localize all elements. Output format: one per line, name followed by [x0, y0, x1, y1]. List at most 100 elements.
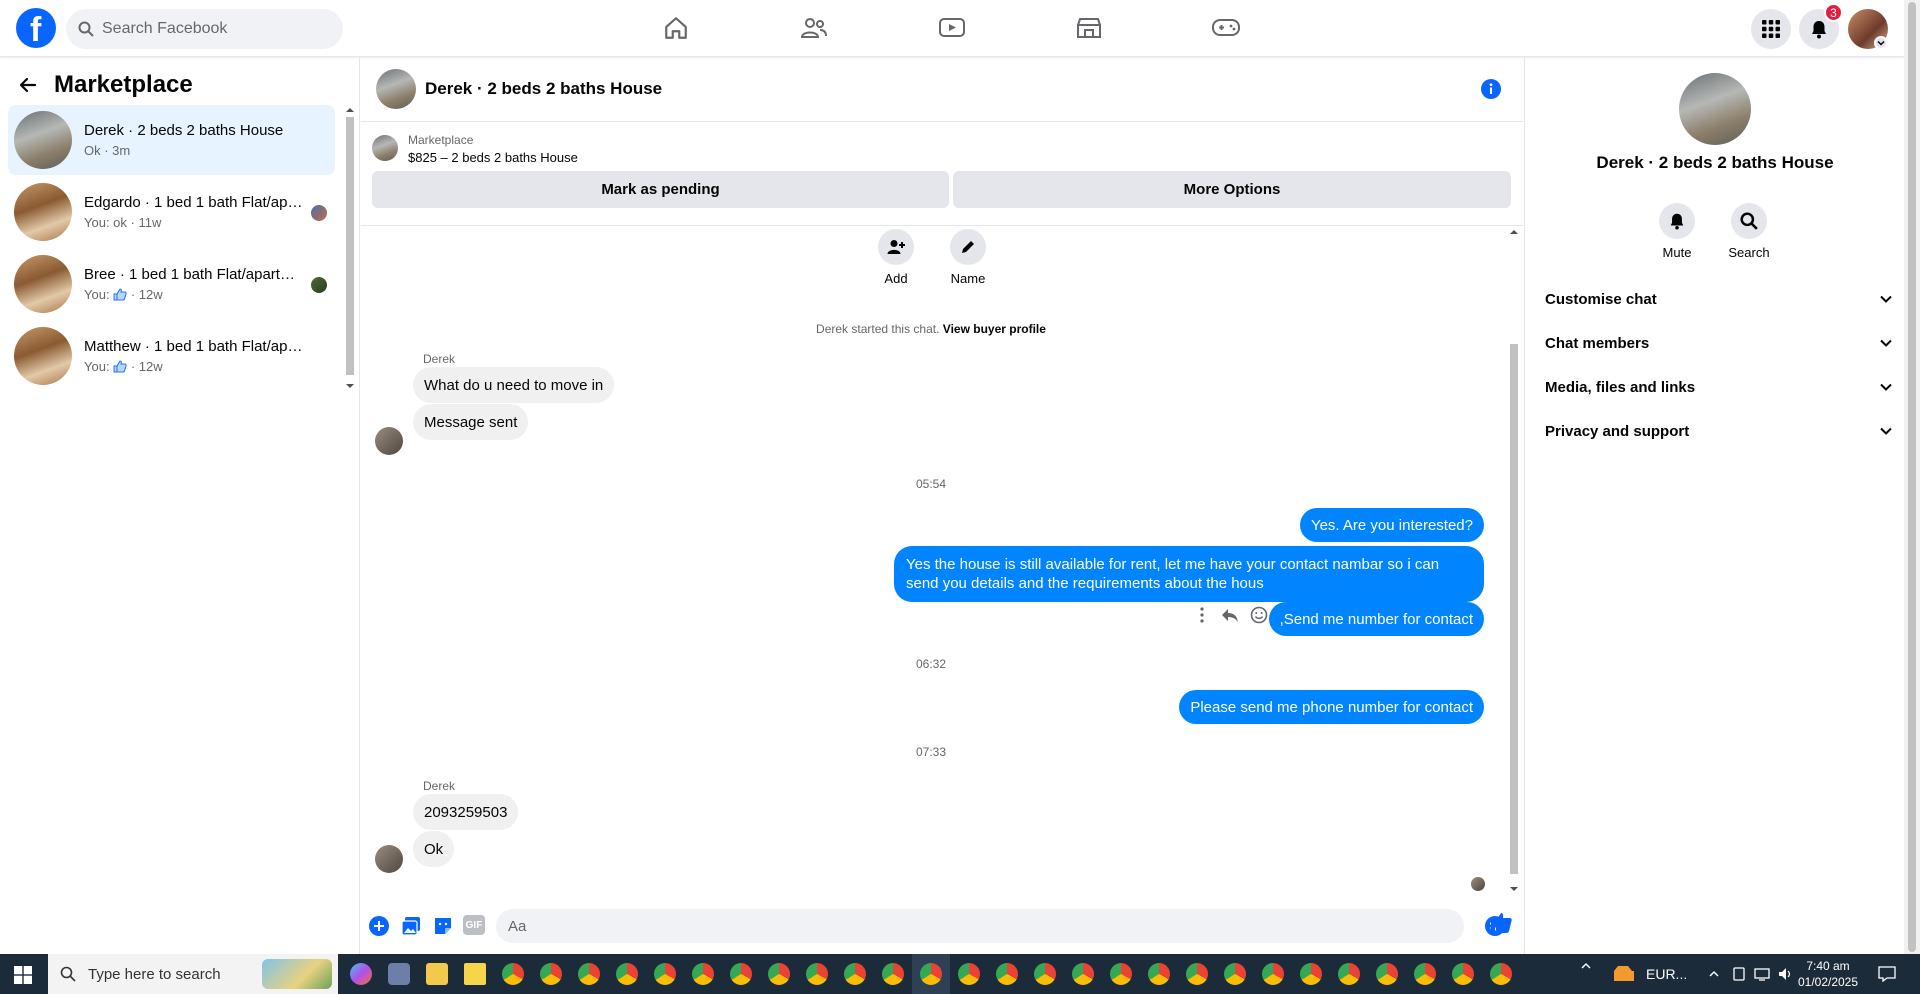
conversation-item-bree[interactable]: Bree · 1 bed 1 bath Flat/apartment You: … — [8, 249, 335, 319]
chrome-profile-app[interactable] — [798, 954, 836, 994]
conversation-item-edgardo[interactable]: Edgardo · 1 bed 1 bath Flat/apartment Yo… — [8, 177, 335, 247]
message-bubble-outgoing[interactable]: Yes the house is still available for ren… — [894, 546, 1484, 602]
weather-icon[interactable] — [1612, 963, 1636, 985]
chat-avatar[interactable] — [376, 69, 416, 109]
view-buyer-profile-link[interactable]: View buyer profile — [943, 322, 1046, 336]
customise-chat-section[interactable]: Customise chat — [1541, 277, 1893, 321]
menu-button[interactable] — [1751, 9, 1791, 49]
message-bubble-incoming[interactable]: Message sent — [413, 404, 529, 440]
listing-thumbnail[interactable] — [372, 135, 398, 161]
chrome-profile-app[interactable] — [1064, 954, 1102, 994]
chrome-profile-app[interactable] — [874, 954, 912, 994]
chrome-profile-app[interactable] — [608, 954, 646, 994]
search-input[interactable] — [102, 20, 322, 38]
chrome-profile-app[interactable] — [1178, 954, 1216, 994]
facebook-logo[interactable]: f — [16, 8, 56, 49]
chrome-profile-app[interactable] — [1102, 954, 1140, 994]
chrome-profile-app[interactable] — [1406, 954, 1444, 994]
plus-circle-icon[interactable] — [369, 916, 389, 936]
reply-icon[interactable] — [1220, 606, 1240, 624]
chevron-up-icon[interactable] — [1580, 960, 1592, 972]
conversation-item-derek[interactable]: Derek · 2 beds 2 baths House Ok · 3m — [8, 105, 335, 175]
tray-chevron-up-icon[interactable] — [1708, 968, 1720, 980]
chrome-profile-app[interactable] — [1140, 954, 1178, 994]
chat-scrollbar[interactable] — [1507, 226, 1521, 896]
message-bubble-outgoing[interactable]: Yes. Are you interested? — [1299, 508, 1484, 542]
chrome-profile-app[interactable] — [1482, 954, 1520, 994]
taskbar-search-box[interactable]: Type here to search — [48, 954, 338, 994]
chrome-app[interactable] — [494, 954, 532, 994]
gif-button[interactable]: GIF — [463, 915, 485, 935]
chrome-profile-app[interactable] — [1368, 954, 1406, 994]
home-nav-button[interactable] — [660, 12, 692, 44]
page-scrollbar[interactable] — [1904, 0, 1920, 954]
chrome-profile-app[interactable] — [684, 954, 722, 994]
chrome-profile-app[interactable] — [646, 954, 684, 994]
volume-icon[interactable] — [1778, 967, 1794, 981]
chrome-profile-app[interactable] — [836, 954, 874, 994]
chrome-profile-app[interactable] — [722, 954, 760, 994]
chrome-profile-app[interactable] — [1330, 954, 1368, 994]
react-emoji-icon[interactable] — [1250, 606, 1268, 624]
sender-avatar[interactable] — [375, 845, 403, 873]
message-bubble-outgoing[interactable]: Please send me phone number for contact — [1179, 690, 1484, 724]
chrome-profile-app[interactable] — [1444, 954, 1482, 994]
chrome-profile-app[interactable] — [950, 954, 988, 994]
chrome-profile-app[interactable] — [532, 954, 570, 994]
gaming-nav-button[interactable] — [1210, 12, 1242, 44]
message-bubble-outgoing[interactable]: ,Send me number for contact — [1268, 602, 1484, 636]
notifications-button[interactable]: 3 — [1799, 3, 1843, 49]
taskbar-clock[interactable]: 7:40 am 01/02/2025 — [1796, 958, 1860, 990]
name-chat-action[interactable]: Name — [950, 229, 986, 286]
left-header: Marketplace — [18, 71, 193, 99]
message-bubble-incoming[interactable]: 2093259503 — [413, 794, 519, 830]
photo-icon[interactable] — [401, 916, 421, 936]
chrome-profile-app-active[interactable] — [912, 954, 950, 994]
listing-price[interactable]: $825 – 2 beds 2 baths House — [408, 150, 578, 165]
copilot-app[interactable] — [342, 954, 380, 994]
back-arrow-icon[interactable] — [18, 75, 38, 95]
privacy-support-section[interactable]: Privacy and support — [1541, 409, 1893, 453]
sticky-notes-app[interactable] — [456, 954, 494, 994]
chrome-profile-app[interactable] — [1292, 954, 1330, 994]
notification-center-icon[interactable] — [1878, 966, 1896, 982]
search-box[interactable] — [66, 9, 343, 49]
windows-start-icon[interactable] — [14, 966, 32, 984]
chrome-profile-app[interactable] — [760, 954, 798, 994]
mark-as-pending-button[interactable]: Mark as pending — [372, 171, 949, 208]
marketplace-nav-button[interactable] — [1073, 12, 1105, 44]
network-icon[interactable] — [1754, 967, 1770, 981]
chat-members-section[interactable]: Chat members — [1541, 321, 1893, 365]
chrome-profile-app[interactable] — [1216, 954, 1254, 994]
friends-nav-button[interactable] — [798, 12, 830, 44]
page-scrollbar-thumb[interactable] — [1908, 2, 1916, 952]
chrome-profile-app[interactable] — [988, 954, 1026, 994]
sender-avatar[interactable] — [375, 427, 403, 455]
more-options-icon[interactable] — [1194, 606, 1210, 624]
chrome-profile-app[interactable] — [1026, 954, 1064, 994]
chat-avatar-large[interactable] — [1679, 73, 1751, 145]
message-bubble-incoming[interactable]: Ok — [413, 831, 455, 867]
chrome-profile-app[interactable] — [1254, 954, 1292, 994]
more-options-button[interactable]: More Options — [953, 171, 1511, 208]
video-nav-button[interactable] — [936, 12, 968, 44]
mute-action[interactable]: Mute — [1647, 203, 1707, 260]
message-bubble-incoming[interactable]: What do u need to move in — [413, 367, 615, 403]
device-icon[interactable] — [1732, 967, 1746, 981]
conversation-list-scrollbar[interactable] — [344, 105, 356, 391]
app-icon[interactable] — [380, 954, 418, 994]
weather-text[interactable]: EUR... — [1646, 966, 1687, 982]
conversation-item-matthew[interactable]: Matthew · 1 bed 1 bath Flat/apartment Yo… — [8, 321, 335, 391]
seen-avatar — [311, 277, 327, 293]
info-icon[interactable] — [1481, 79, 1501, 99]
chat-title[interactable]: Derek · 2 beds 2 baths House — [425, 79, 662, 99]
media-files-links-section[interactable]: Media, files and links — [1541, 365, 1893, 409]
chrome-profile-app[interactable] — [570, 954, 608, 994]
sticker-icon[interactable] — [433, 916, 453, 936]
account-chevron[interactable] — [1874, 36, 1888, 50]
thumbs-up-send-icon[interactable] — [1489, 911, 1513, 935]
search-in-chat-action[interactable]: Search — [1719, 203, 1779, 260]
add-people-action[interactable]: Add — [878, 229, 914, 286]
message-input[interactable] — [496, 909, 1464, 943]
file-explorer-app[interactable] — [418, 954, 456, 994]
